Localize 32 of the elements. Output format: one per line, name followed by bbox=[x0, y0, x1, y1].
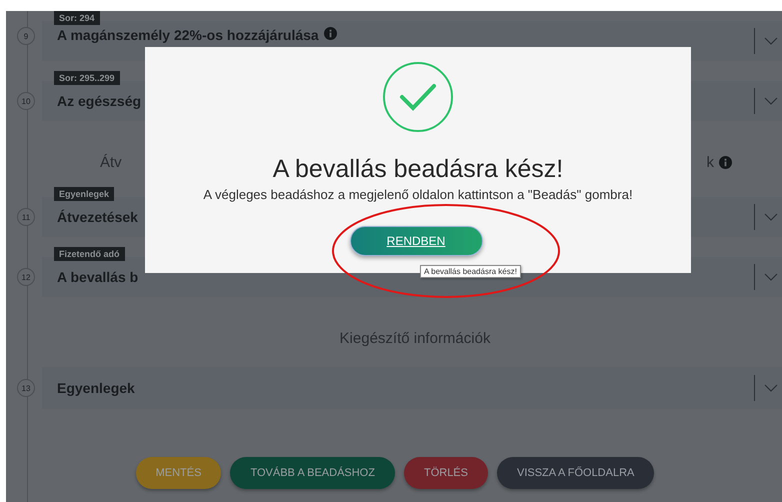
step-number: 12 bbox=[17, 268, 35, 286]
modal-title: A bevallás beadásra kész! bbox=[272, 155, 564, 184]
section-heading: Átv bbox=[100, 154, 122, 170]
row-title: Átvezetések bbox=[57, 209, 138, 225]
row-tag-label: Sor: 295..299 bbox=[54, 71, 120, 85]
step-number: 10 bbox=[17, 92, 35, 110]
step-number: 9 bbox=[17, 27, 35, 45]
row-tag-label: Fizetendő adó bbox=[54, 247, 124, 261]
row-tag-label: Sor: 294 bbox=[54, 11, 100, 25]
info-icon[interactable] bbox=[324, 27, 337, 40]
ok-button[interactable]: RENDBEN bbox=[350, 226, 482, 256]
action-button[interactable]: TOVÁBB A BEADÁSHOZ bbox=[230, 457, 395, 489]
row-title: Egyenlegek bbox=[57, 380, 135, 396]
section-heading: Kiegészítő információk bbox=[340, 330, 490, 346]
row-title: A bevallás b bbox=[57, 269, 138, 285]
action-button[interactable]: TÖRLÉS bbox=[404, 457, 488, 489]
chevron-down-icon[interactable] bbox=[764, 213, 778, 221]
row-tag-label: Egyenlegek bbox=[54, 187, 114, 201]
chevron-down-icon[interactable] bbox=[764, 273, 778, 281]
chevron-down-icon[interactable] bbox=[764, 384, 778, 392]
section-heading: k bbox=[706, 154, 714, 170]
modal-message: A végleges beadáshoz a megjelenő oldalon kattintson a "Beadás" gombra! bbox=[203, 187, 633, 202]
chevron-down-icon[interactable] bbox=[764, 37, 778, 45]
row-title: A magánszemély 22%-os hozzájárulása bbox=[57, 27, 319, 43]
tooltip: A bevallás beadásra kész! bbox=[420, 265, 521, 278]
step-number: 13 bbox=[17, 379, 35, 397]
info-icon[interactable] bbox=[719, 156, 732, 168]
chevron-down-icon[interactable] bbox=[764, 97, 778, 105]
check-circle-icon bbox=[382, 61, 454, 133]
step-number: 11 bbox=[17, 208, 35, 226]
action-button[interactable]: VISSZA A FŐOLDALRA bbox=[496, 457, 654, 489]
row-title: Az egészség bbox=[57, 93, 142, 109]
